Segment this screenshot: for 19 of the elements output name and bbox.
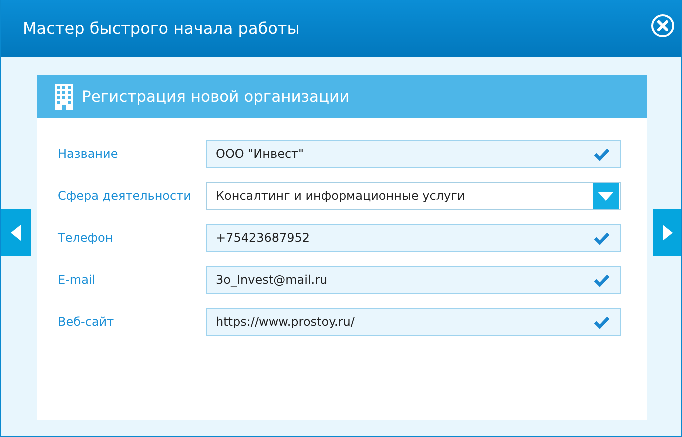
field-label: Сфера деятельности: [58, 189, 192, 203]
close-icon[interactable]: [651, 14, 675, 38]
previous-button[interactable]: [1, 209, 31, 256]
dropdown-icon[interactable]: [593, 183, 619, 209]
input-field[interactable]: 3o_Invest@mail.ru: [206, 266, 621, 294]
input-field[interactable]: https://www.prostoy.ru/: [206, 308, 621, 336]
field-label: E-mail: [58, 273, 97, 287]
input-field[interactable]: ООО "Инвест": [206, 140, 621, 168]
dropdown-field[interactable]: Консалтинг и информационные услуги: [206, 182, 621, 210]
field-label: Веб-сайт: [58, 315, 116, 329]
field-label: Телефон: [58, 231, 114, 245]
building-icon: [55, 84, 73, 110]
field-label: Название: [58, 147, 120, 161]
right-arrow-icon[interactable]: [663, 224, 673, 240]
panel-title: Регистрация новой организации: [82, 88, 350, 106]
input-field[interactable]: +75423687952: [206, 224, 621, 252]
window-title: Мастер быстрого начала работы: [23, 19, 300, 38]
left-arrow-icon[interactable]: [11, 224, 21, 240]
next-button[interactable]: [653, 209, 681, 256]
